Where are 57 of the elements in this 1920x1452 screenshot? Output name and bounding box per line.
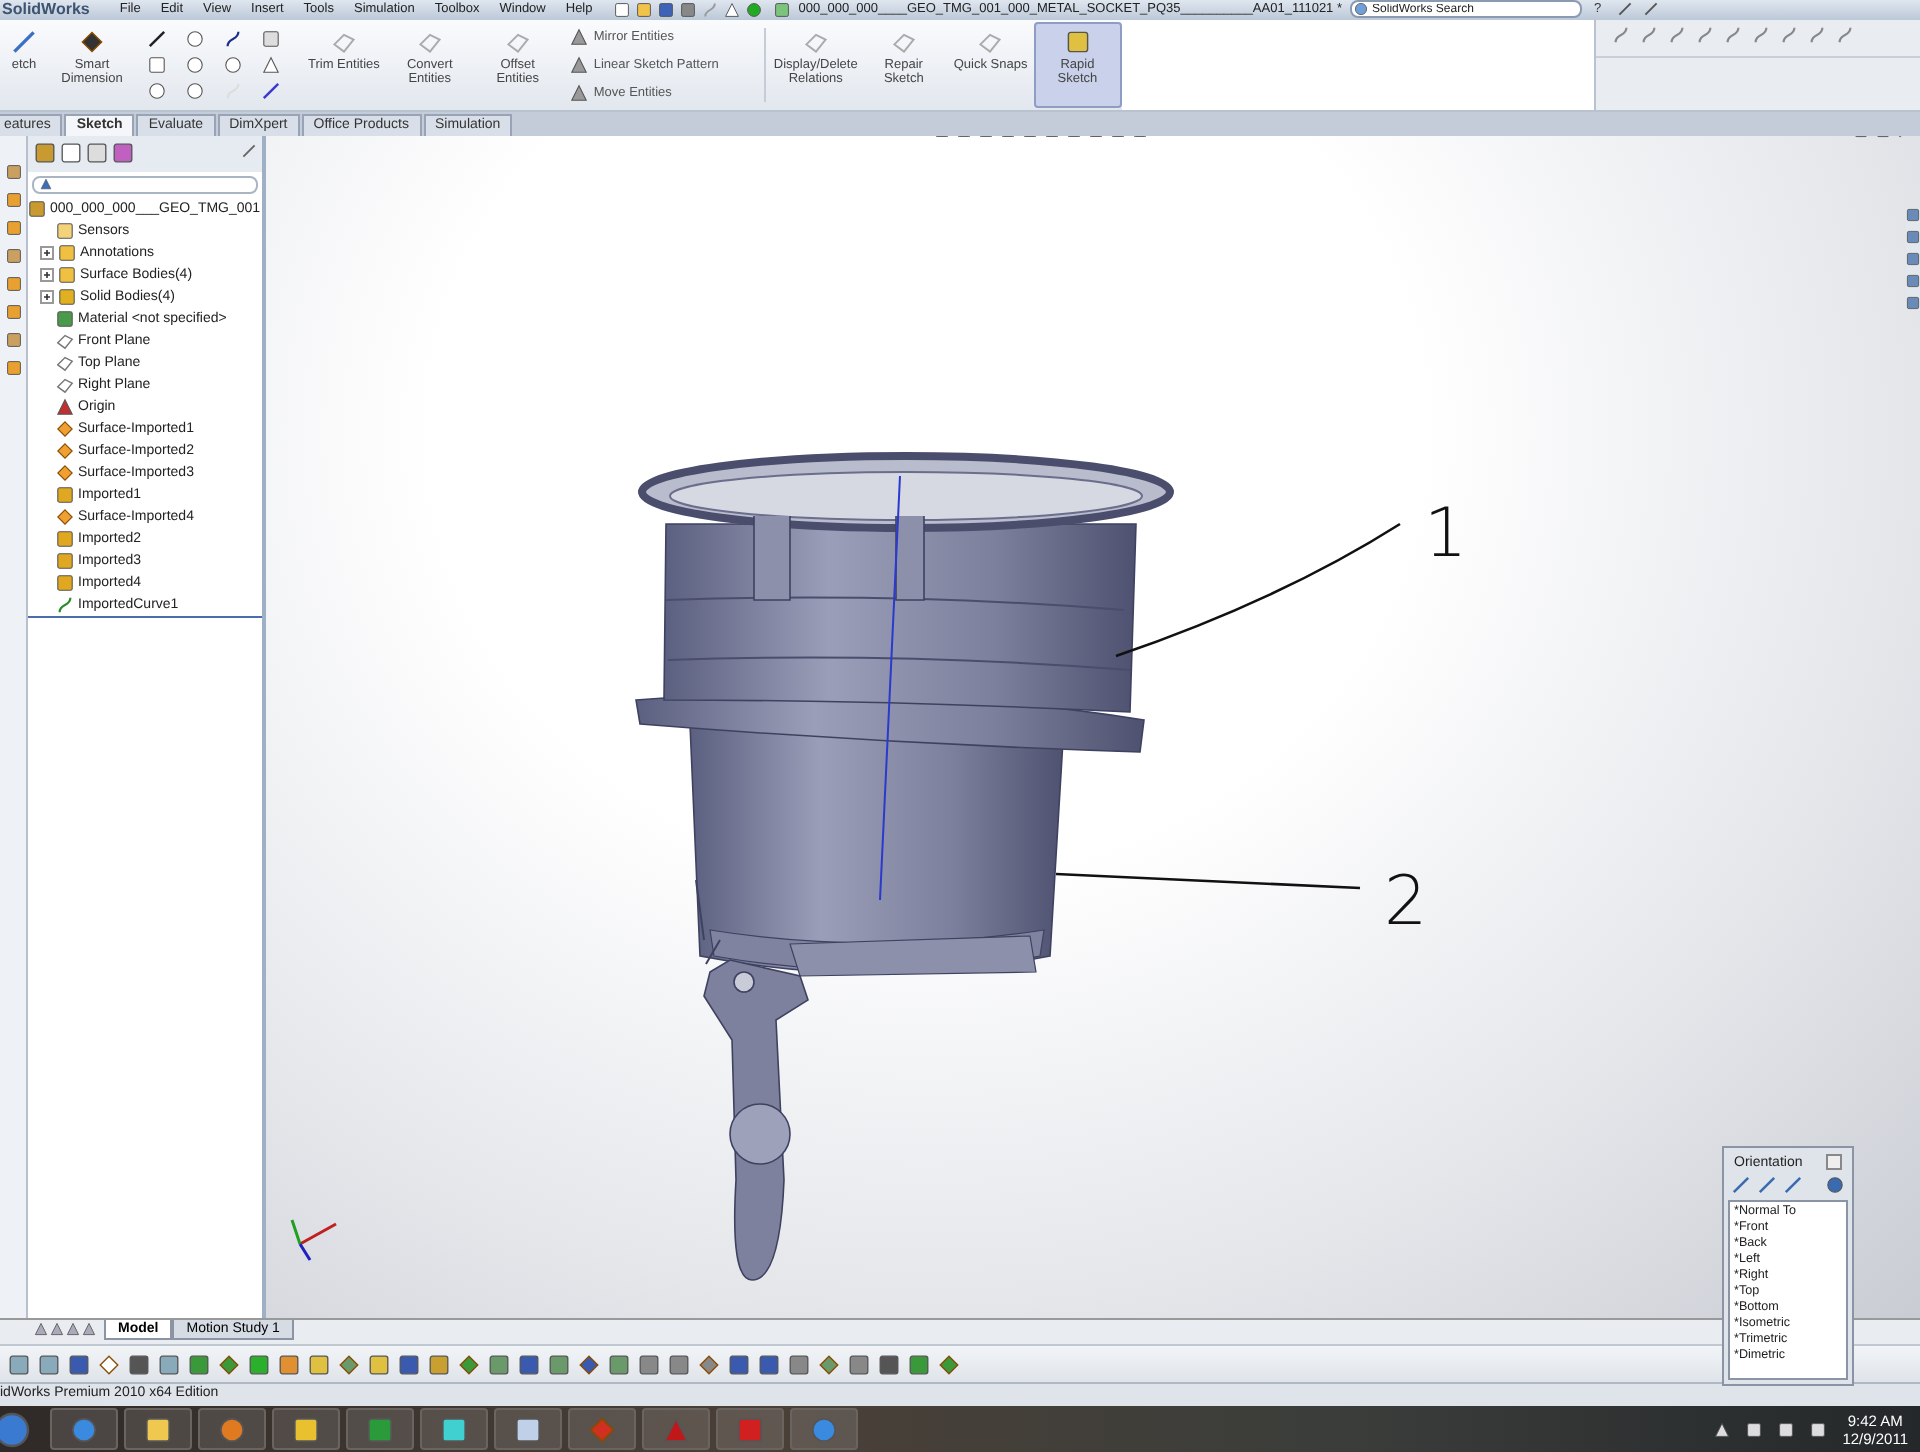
toolbar-tool-icon[interactable] [698,1353,720,1376]
filter-field[interactable] [32,175,258,194]
centerline-icon[interactable] [262,82,280,101]
toolbar-tool-icon[interactable] [128,1353,150,1376]
toolbar-tool-icon[interactable] [428,1353,450,1376]
toolbar-tool-icon[interactable] [548,1353,570,1376]
toolbar-tool-icon[interactable] [938,1353,960,1376]
toolbar-tool-icon[interactable] [638,1353,660,1376]
expand-toggle-icon[interactable] [40,245,54,260]
taskbar-button[interactable] [272,1408,340,1451]
toolbar-tool-icon[interactable] [668,1353,690,1376]
callout-number: 1 [1424,493,1468,574]
toolbar-tool-icon[interactable] [728,1353,750,1376]
start-orb-icon[interactable] [0,1409,32,1450]
toolbar-tool-icon[interactable] [278,1353,300,1376]
toolbar-tool-icon[interactable] [218,1353,240,1376]
toolbar-tool-icon[interactable] [608,1353,630,1376]
toolbar-tool-icon[interactable] [578,1353,600,1376]
taskbar-button[interactable] [494,1408,562,1451]
toolbar-tool-icon[interactable] [848,1353,870,1376]
toolbar-tool-icon[interactable] [38,1353,60,1376]
toolbar-tool-icon[interactable] [368,1353,390,1376]
toolbar-tool-icon[interactable] [788,1353,810,1376]
rectangle-icon[interactable] [148,56,166,75]
toolbar-tool-icon[interactable] [188,1353,210,1376]
search-icon[interactable] [1354,2,1369,17]
filter-icon [40,178,52,191]
toolbar-tool-icon[interactable] [158,1353,180,1376]
toolbar-tool-icon[interactable] [818,1353,840,1376]
toolbar-tool-icon[interactable] [878,1353,900,1376]
taskbar-button[interactable] [50,1408,118,1451]
taskbar-button[interactable] [420,1408,488,1451]
toolbar-tool-icon[interactable] [68,1353,90,1376]
toolbar-tool-icon[interactable] [458,1353,480,1376]
toolbar-tool-icon[interactable] [308,1353,330,1376]
toolbar-tool-icon[interactable] [8,1353,30,1376]
toolbar-tool-icon[interactable] [518,1353,540,1376]
toolbar-tool-icon[interactable] [98,1353,120,1376]
spline-icon[interactable] [224,30,242,49]
app-logo: SolidWorks [2,0,90,19]
axis-triad-icon [290,1219,337,1261]
callout-number: 2 [1384,861,1428,942]
origin-icon [56,397,74,416]
expand-toggle-icon[interactable] [40,267,54,282]
show-hidden-icon[interactable] [1714,1421,1731,1438]
toolbar-tool-icon[interactable] [248,1353,270,1376]
toolbar-tool-icon[interactable] [908,1353,930,1376]
surface-icon [56,507,74,526]
pin-button[interactable] [1826,1154,1842,1170]
taskbar-button[interactable] [124,1408,192,1451]
toolbar-tool-icon[interactable] [488,1353,510,1376]
toolbar-tool-icon[interactable] [758,1353,780,1376]
taskbar-button[interactable] [198,1408,266,1451]
toolbar-tool-icon[interactable] [398,1353,420,1376]
expand-toggle-icon[interactable] [40,289,54,304]
toolbar-tool-icon[interactable] [338,1353,360,1376]
circle-icon[interactable] [186,30,204,49]
